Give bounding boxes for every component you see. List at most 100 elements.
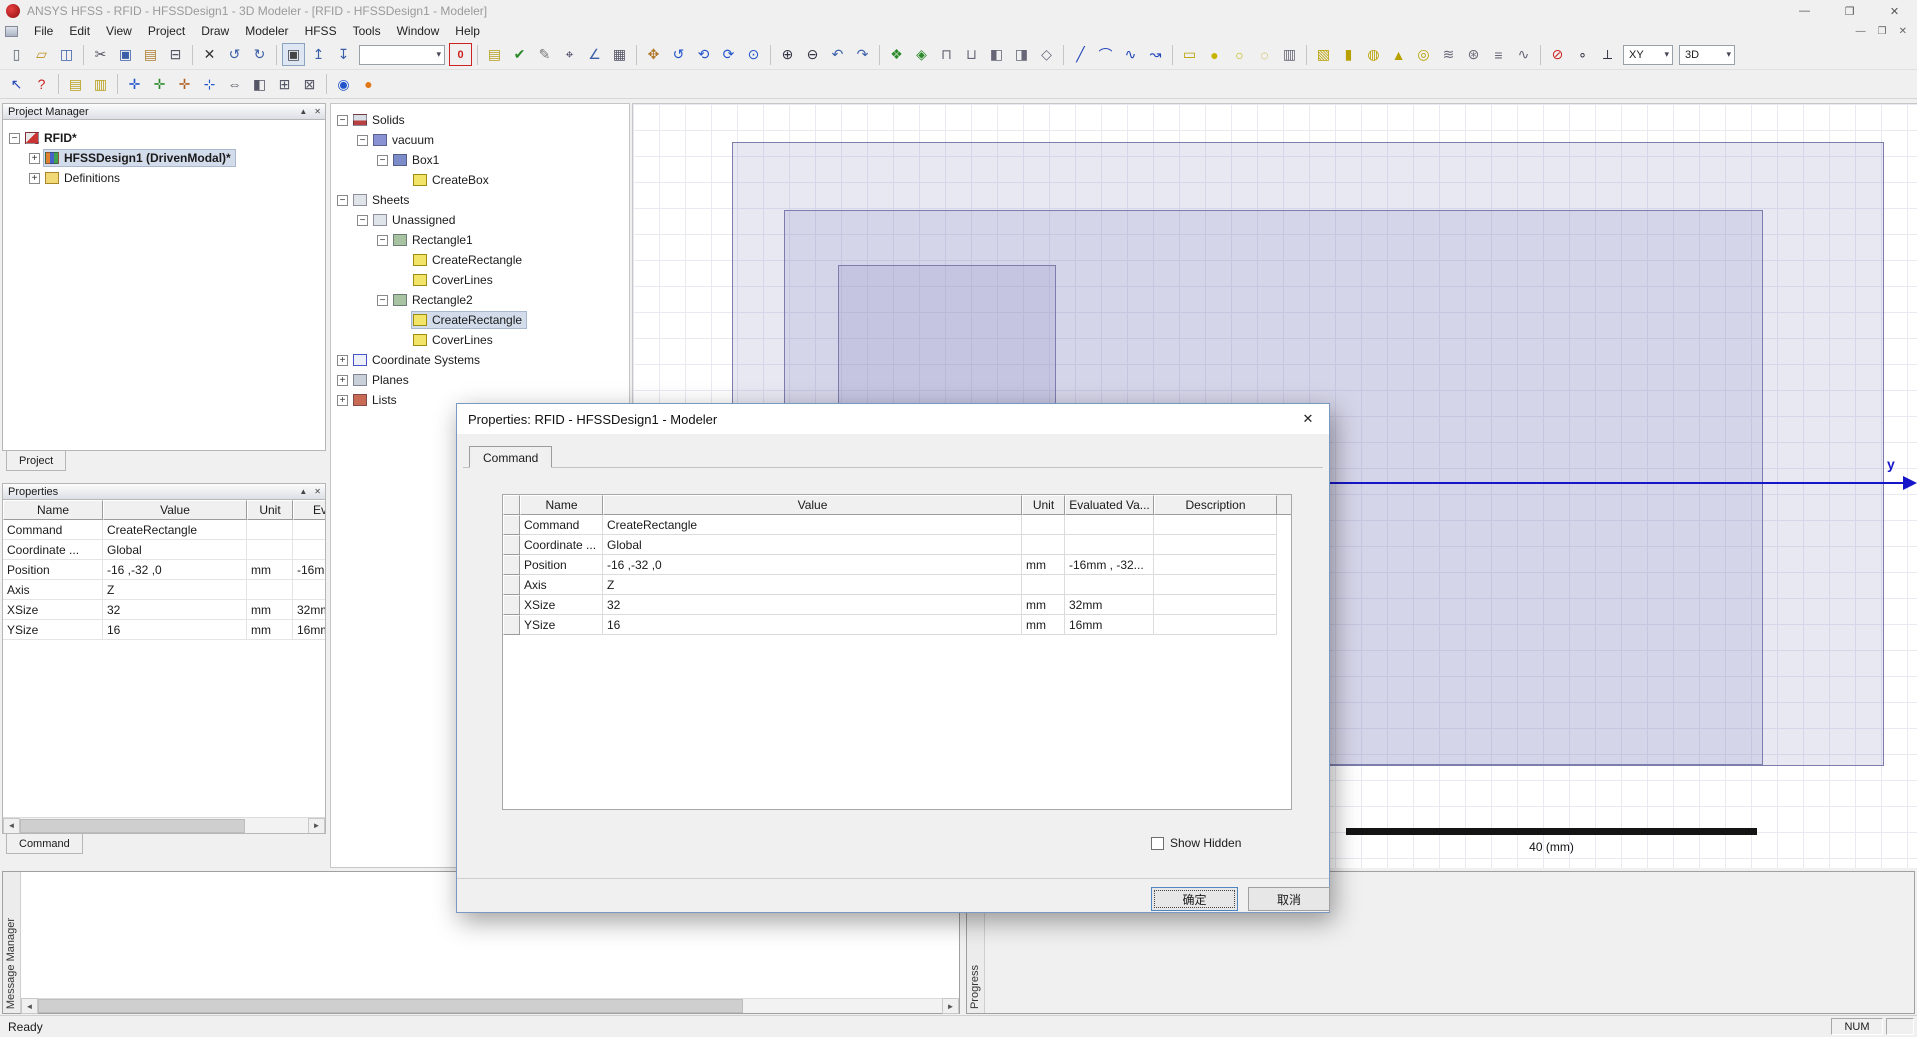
mdi-restore-button[interactable]: ❐ bbox=[1878, 26, 1887, 37]
scale-icon[interactable]: ⇔ bbox=[223, 73, 246, 96]
tab-command[interactable]: Command bbox=[6, 834, 83, 854]
expander-plus-icon[interactable]: + bbox=[29, 172, 40, 184]
cell[interactable]: 16 bbox=[603, 615, 1022, 635]
cell[interactable] bbox=[1065, 575, 1154, 595]
save-file-icon[interactable]: ◫ bbox=[55, 43, 78, 66]
tree-item-createrectangle[interactable]: CreateRectangle bbox=[331, 310, 532, 330]
collapse-panel-button[interactable]: ▲ bbox=[299, 487, 307, 496]
column-header-evaluat[interactable]: Evaluat bbox=[293, 500, 325, 520]
column-header-description[interactable]: Description bbox=[1154, 495, 1277, 515]
selection-mode-combo[interactable]: ▾ bbox=[359, 44, 445, 65]
cell[interactable]: Global bbox=[103, 540, 247, 560]
boundary-display-icon[interactable]: ⊘ bbox=[1546, 43, 1569, 66]
column-header-unit[interactable]: Unit bbox=[1022, 495, 1065, 515]
cell[interactable]: Position bbox=[3, 560, 103, 580]
align-icon[interactable]: ◧ bbox=[248, 73, 271, 96]
menu-view[interactable]: View bbox=[98, 23, 140, 39]
column-header-unit[interactable]: Unit bbox=[247, 500, 293, 520]
scroll-right-button[interactable]: ► bbox=[942, 998, 959, 1014]
duplicate-rotate-icon[interactable]: ⊠ bbox=[298, 73, 321, 96]
scrollbar-thumb[interactable] bbox=[20, 818, 245, 833]
scrollbar-thumb[interactable] bbox=[38, 999, 744, 1013]
cell[interactable]: 16mm bbox=[1065, 615, 1154, 635]
mdi-close-button[interactable]: ✕ bbox=[1899, 26, 1907, 37]
cell[interactable]: -16 ,-32 ,0 bbox=[103, 560, 247, 580]
cell[interactable] bbox=[293, 520, 325, 540]
expander-minus-icon[interactable]: − bbox=[377, 234, 388, 246]
context-help-icon[interactable]: ? bbox=[30, 73, 53, 96]
cell[interactable] bbox=[1154, 515, 1277, 535]
draw-arc-icon[interactable]: ⌒ bbox=[1094, 43, 1117, 66]
draw-line-icon[interactable]: ╱ bbox=[1069, 43, 1092, 66]
tree-item-rectangle1[interactable]: − Rectangle1 bbox=[331, 230, 483, 250]
draw-rectangle-icon[interactable]: ▭ bbox=[1178, 43, 1201, 66]
expander-minus-icon[interactable]: − bbox=[337, 114, 348, 126]
draw-cone-icon[interactable]: ▲ bbox=[1387, 43, 1410, 66]
orient-top-icon[interactable]: ⊓ bbox=[935, 43, 958, 66]
tree-item-solids[interactable]: − Solids bbox=[331, 110, 415, 130]
message-window-icon[interactable]: ▤ bbox=[64, 73, 87, 96]
minimize-button[interactable]: — bbox=[1782, 0, 1827, 22]
scrollbar-track[interactable] bbox=[38, 998, 942, 1014]
cut-icon[interactable]: ✂ bbox=[89, 43, 112, 66]
redo-icon[interactable]: ↻ bbox=[248, 43, 271, 66]
row-header[interactable] bbox=[503, 595, 520, 615]
tab-project[interactable]: Project bbox=[6, 451, 67, 471]
draw-sphere-icon[interactable]: ◍ bbox=[1362, 43, 1385, 66]
scroll-left-button[interactable]: ◄ bbox=[21, 998, 38, 1014]
cell[interactable] bbox=[1022, 575, 1065, 595]
tree-item-createbox[interactable]: CreateBox bbox=[331, 170, 499, 190]
view-redo-icon[interactable]: ↷ bbox=[851, 43, 874, 66]
cell[interactable] bbox=[247, 580, 293, 600]
offset-icon[interactable]: ⊹ bbox=[198, 73, 221, 96]
expander-minus-icon[interactable]: − bbox=[9, 132, 20, 144]
restore-button[interactable]: ❐ bbox=[1827, 0, 1872, 22]
menu-tools[interactable]: Tools bbox=[345, 23, 389, 39]
cell[interactable]: mm bbox=[1022, 555, 1065, 575]
expander-minus-icon[interactable]: − bbox=[377, 294, 388, 306]
ok-button[interactable]: 确定 bbox=[1151, 887, 1238, 911]
column-header-name[interactable]: Name bbox=[520, 495, 603, 515]
scroll-left-button[interactable]: ◄ bbox=[3, 817, 20, 833]
cell[interactable] bbox=[293, 580, 325, 600]
draw-3pt-arc-icon[interactable]: ↝ bbox=[1144, 43, 1167, 66]
draw-polygon-icon[interactable]: ◌ bbox=[1253, 43, 1276, 66]
row-header[interactable] bbox=[503, 615, 520, 635]
cell[interactable]: -16 ,-32 ,0 bbox=[603, 555, 1022, 575]
select-down-icon[interactable]: ↧ bbox=[332, 43, 355, 66]
cell[interactable] bbox=[247, 540, 293, 560]
tree-item-rfid[interactable]: − RFID* bbox=[3, 128, 87, 148]
select-up-icon[interactable]: ↥ bbox=[307, 43, 330, 66]
menu-draw[interactable]: Draw bbox=[193, 23, 237, 39]
cell[interactable]: 32 bbox=[603, 595, 1022, 615]
tree-item-coordinate-systems[interactable]: + Coordinate Systems bbox=[331, 350, 490, 370]
mirror-icon[interactable]: ✛ bbox=[173, 73, 196, 96]
expander-plus-icon[interactable]: + bbox=[337, 394, 348, 406]
collapse-panel-button[interactable]: ▲ bbox=[299, 107, 307, 116]
drawing-plane-combo[interactable]: XY ▾ bbox=[1623, 44, 1673, 65]
cell[interactable]: 16 bbox=[103, 620, 247, 640]
tree-item-sheets[interactable]: − Sheets bbox=[331, 190, 419, 210]
orient-iso-icon[interactable]: ◇ bbox=[1035, 43, 1058, 66]
cell[interactable] bbox=[1022, 535, 1065, 555]
zoom-in-icon[interactable]: ⊕ bbox=[776, 43, 799, 66]
paste-icon[interactable]: ▤ bbox=[139, 43, 162, 66]
expander-minus-icon[interactable]: − bbox=[337, 194, 348, 206]
tree-item-hfssdesign1-drivenmodal[interactable]: + HFSSDesign1 (DrivenModal)* bbox=[3, 148, 241, 168]
close-button[interactable]: ✕ bbox=[1872, 0, 1917, 22]
orient-left-icon[interactable]: ◧ bbox=[985, 43, 1008, 66]
draw-torus-icon[interactable]: ◎ bbox=[1412, 43, 1435, 66]
print-icon[interactable]: ⊟ bbox=[164, 43, 187, 66]
cell[interactable]: 32mm bbox=[293, 600, 325, 620]
menu-help[interactable]: Help bbox=[447, 23, 488, 39]
draw-spiral-icon[interactable]: ⊛ bbox=[1462, 43, 1485, 66]
object-properties-icon[interactable]: ▤ bbox=[483, 43, 506, 66]
menu-modeler[interactable]: Modeler bbox=[237, 23, 296, 39]
horizontal-scrollbar[interactable]: ◄ ► bbox=[3, 817, 325, 833]
new-file-icon[interactable]: ▯ bbox=[5, 43, 28, 66]
scrollbar-track[interactable] bbox=[20, 818, 308, 834]
scroll-right-button[interactable]: ► bbox=[308, 817, 325, 833]
cell[interactable] bbox=[1065, 535, 1154, 555]
tree-item-unassigned[interactable]: − Unassigned bbox=[331, 210, 465, 230]
tree-item-lists[interactable]: + Lists bbox=[331, 390, 407, 410]
